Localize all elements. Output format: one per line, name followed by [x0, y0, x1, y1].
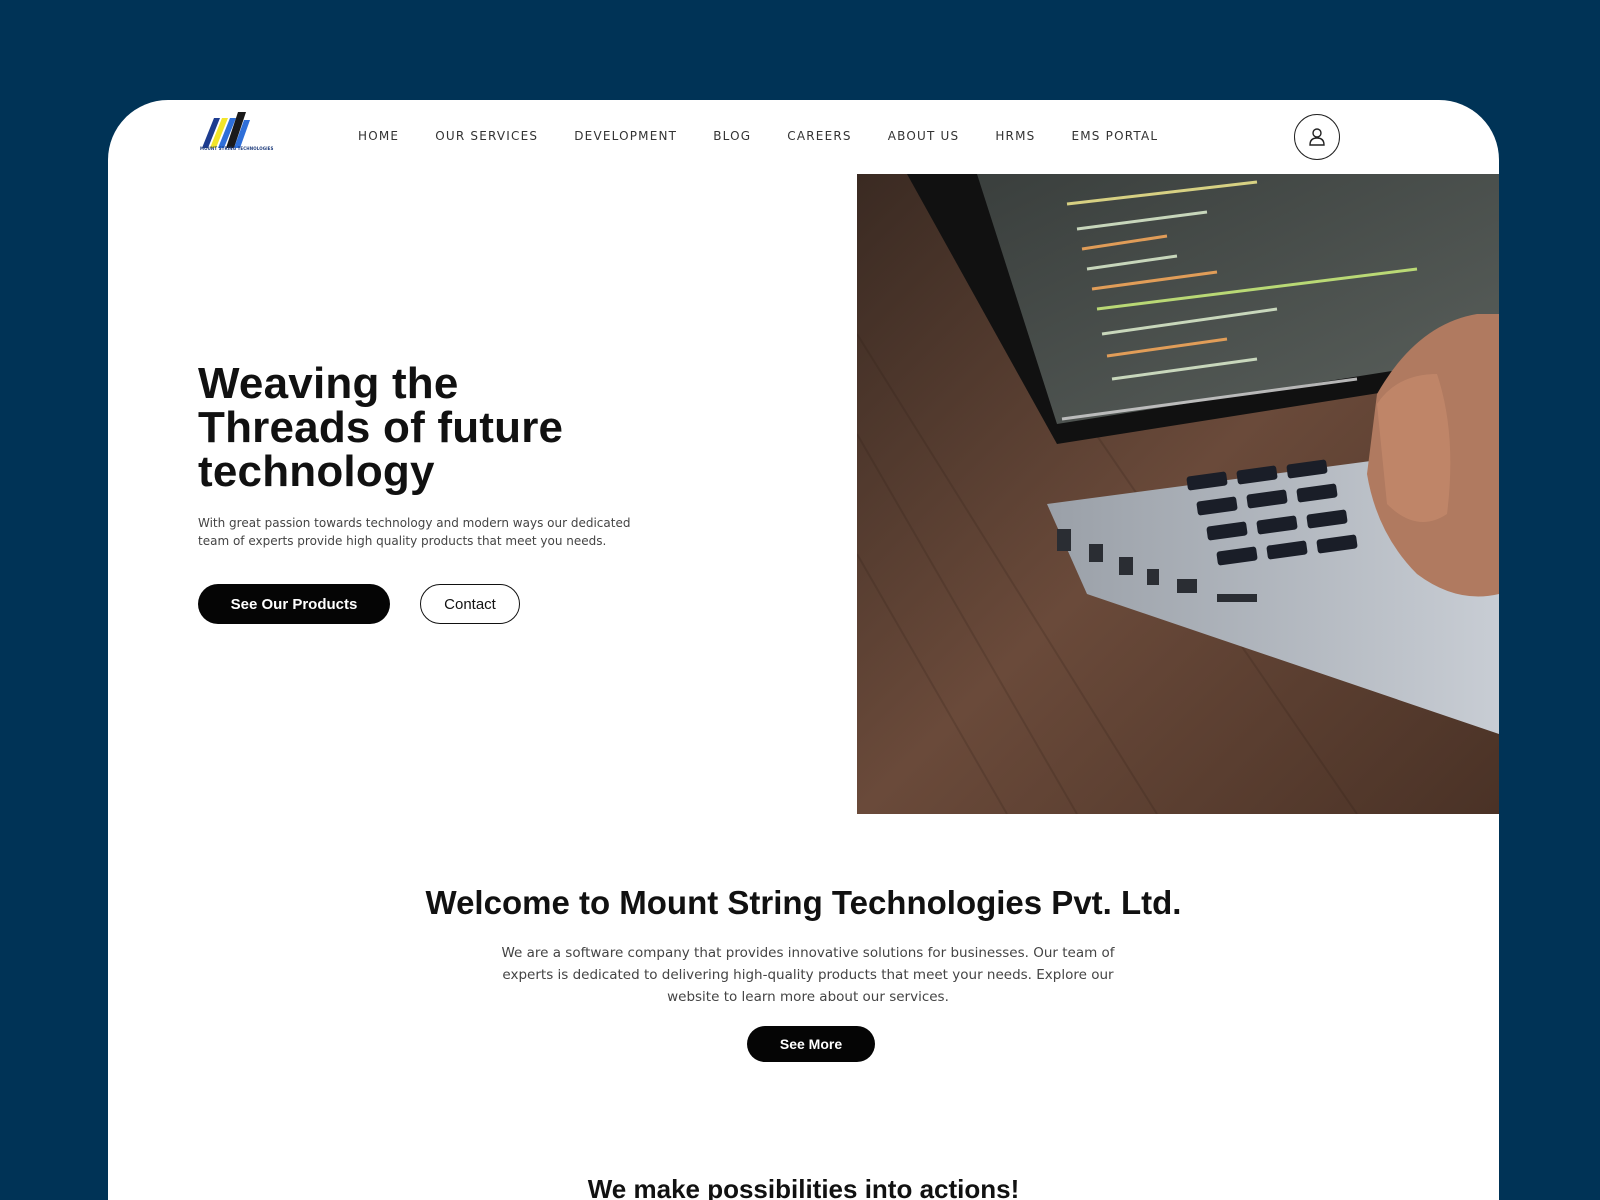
- nav-ems-portal[interactable]: EMS PORTAL: [1071, 129, 1158, 143]
- nav-home[interactable]: HOME: [358, 129, 399, 143]
- welcome-title: Welcome to Mount String Technologies Pvt…: [425, 884, 1182, 921]
- nav-hrms[interactable]: HRMS: [995, 129, 1035, 143]
- hero-section: Weaving the Threads of future technology…: [198, 362, 658, 550]
- hero-description: With great passion towards technology an…: [198, 516, 631, 548]
- main-nav: HOME OUR SERVICES DEVELOPMENT BLOG CAREE…: [358, 129, 1158, 143]
- contact-button[interactable]: Contact: [420, 584, 520, 624]
- welcome-description: We are a software company that provides …: [501, 945, 1115, 1005]
- browser-page: MOUNT STRING TECHNOLOGIES HOME OUR SERVI…: [108, 100, 1499, 1200]
- user-account-button[interactable]: [1294, 114, 1340, 160]
- see-more-button[interactable]: See More: [747, 1026, 875, 1062]
- laptop-code-photo: [857, 174, 1499, 814]
- nav-our-services[interactable]: OUR SERVICES: [435, 129, 538, 143]
- nav-about-us[interactable]: ABOUT US: [888, 129, 960, 143]
- nav-development[interactable]: DEVELOPMENT: [574, 129, 677, 143]
- hero-title-line3: technology: [198, 447, 435, 496]
- site-header: MOUNT STRING TECHNOLOGIES HOME OUR SERVI…: [108, 100, 1499, 174]
- hero-title: Weaving the Threads of future technology: [198, 362, 658, 494]
- hero-title-line1: Weaving the: [198, 359, 459, 408]
- hero-actions: See Our Products Contact: [198, 584, 520, 624]
- nav-careers[interactable]: CAREERS: [787, 129, 851, 143]
- possibilities-title: We make possibilities into actions!: [587, 1174, 1020, 1200]
- logo-text: MOUNT STRING TECHNOLOGIES: [200, 146, 274, 151]
- user-icon: [1309, 128, 1325, 146]
- nav-blog[interactable]: BLOG: [713, 129, 751, 143]
- hero-title-line2: Threads of future: [198, 403, 564, 452]
- see-our-products-button[interactable]: See Our Products: [198, 584, 390, 624]
